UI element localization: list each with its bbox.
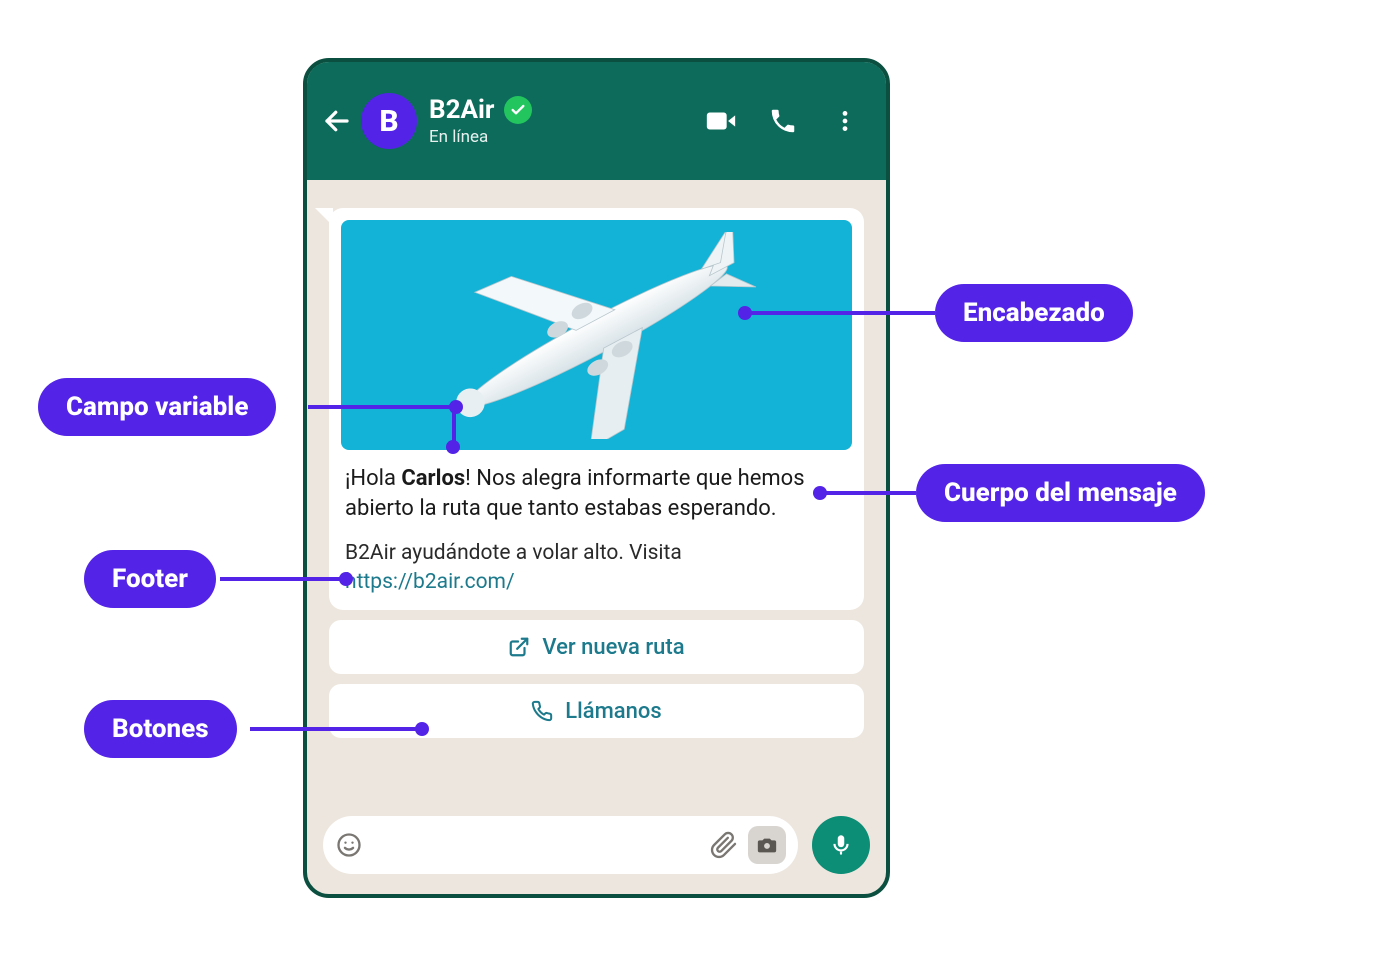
annotation-cuerpo: Cuerpo del mensaje (916, 464, 1205, 522)
annotation-campo-variable: Campo variable (38, 378, 276, 436)
back-button[interactable] (317, 101, 357, 141)
diagram-stage: B B2Air En línea (0, 0, 1400, 978)
annotation-lead-elbow (452, 405, 456, 445)
body-variable: Carlos (401, 466, 465, 491)
body-prefix: ¡Hola (345, 466, 401, 491)
arrow-left-icon (322, 106, 352, 136)
template-button-call-label: Llámanos (565, 699, 661, 724)
contact-title-block[interactable]: B2Air En línea (429, 95, 532, 147)
annotation-botones: Botones (84, 700, 237, 758)
avatar-initial: B (379, 104, 398, 139)
contact-name: B2Air (429, 95, 494, 125)
annotation-encabezado: Encabezado (935, 284, 1133, 342)
template-message-bubble: ¡Hola Carlos! Nos alegra informarte que … (329, 208, 864, 610)
more-vertical-icon (832, 108, 858, 134)
annotation-lead (220, 577, 346, 581)
template-footer-text: B2Air ayudándote a volar alto. Visita ht… (341, 539, 852, 596)
annotation-lead (820, 491, 916, 495)
emoji-icon[interactable] (335, 831, 363, 859)
chat-area: ¡Hola Carlos! Nos alegra informarte que … (307, 180, 886, 810)
microphone-icon (828, 832, 854, 858)
footer-link[interactable]: https://b2air.com/ (345, 570, 515, 594)
video-call-button[interactable] (704, 104, 738, 138)
phone-outline-icon (531, 700, 553, 722)
external-link-icon (508, 636, 530, 658)
video-icon (704, 104, 738, 138)
phone-icon (768, 106, 798, 136)
message-input[interactable] (323, 816, 798, 874)
camera-button[interactable] (748, 826, 786, 864)
contact-avatar[interactable]: B (361, 93, 417, 149)
topbar-actions (704, 104, 862, 138)
contact-status: En línea (429, 127, 532, 147)
check-icon (510, 102, 526, 118)
template-button-url[interactable]: Ver nueva ruta (329, 620, 864, 674)
template-button-url-label: Ver nueva ruta (542, 635, 684, 660)
attach-icon[interactable] (710, 831, 738, 859)
whatsapp-phone-mock: B B2Air En línea (303, 58, 890, 898)
annotation-lead (308, 405, 456, 409)
template-body-text: ¡Hola Carlos! Nos alegra informarte que … (341, 464, 852, 523)
template-header-image (341, 220, 852, 450)
voice-call-button[interactable] (766, 104, 800, 138)
annotation-footer: Footer (84, 550, 216, 608)
annotation-lead (250, 727, 422, 731)
record-voice-button[interactable] (812, 816, 870, 874)
chat-input-bar (307, 810, 886, 894)
footer-text-line: B2Air ayudándote a volar alto. Visita (345, 541, 682, 565)
more-menu-button[interactable] (828, 104, 862, 138)
template-buttons: Ver nueva ruta Llámanos (329, 620, 864, 738)
verified-badge (504, 96, 532, 124)
annotation-lead (745, 311, 935, 315)
camera-icon (756, 834, 778, 856)
chat-top-bar: B B2Air En línea (307, 62, 886, 180)
annotation-lead-dot (446, 440, 460, 454)
